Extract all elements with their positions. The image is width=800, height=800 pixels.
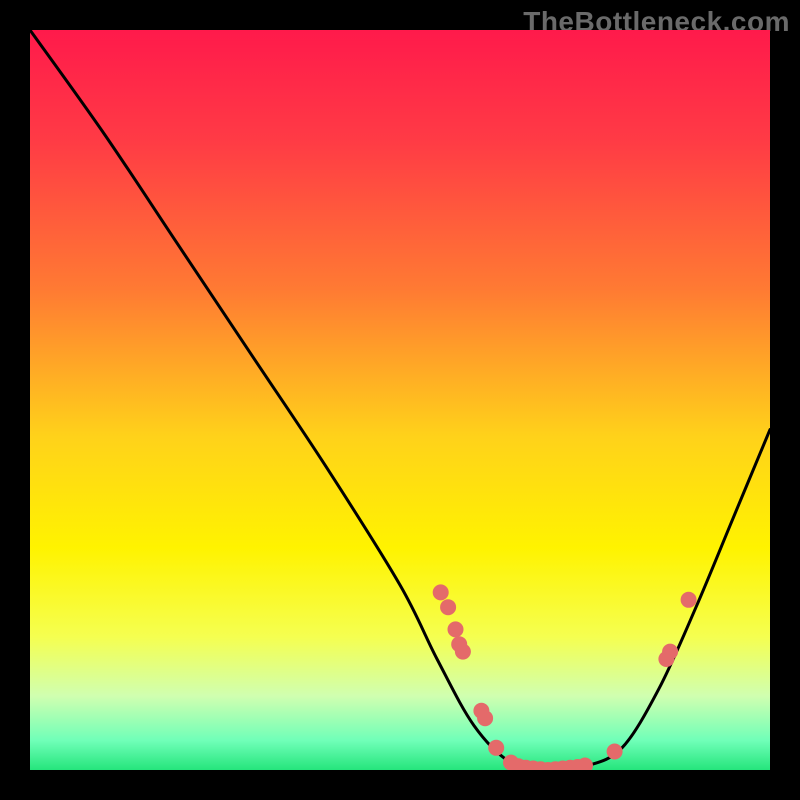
- chart-marker: [433, 584, 449, 600]
- chart-marker: [488, 740, 504, 756]
- chart-marker: [607, 744, 623, 760]
- chart-svg: [30, 30, 770, 770]
- chart-marker: [448, 621, 464, 637]
- chart-plot-area: [30, 30, 770, 770]
- chart-marker: [455, 644, 471, 660]
- chart-marker: [440, 599, 456, 615]
- chart-marker: [662, 644, 678, 660]
- chart-stage: TheBottleneck.com: [0, 0, 800, 800]
- chart-marker: [681, 592, 697, 608]
- chart-marker: [477, 710, 493, 726]
